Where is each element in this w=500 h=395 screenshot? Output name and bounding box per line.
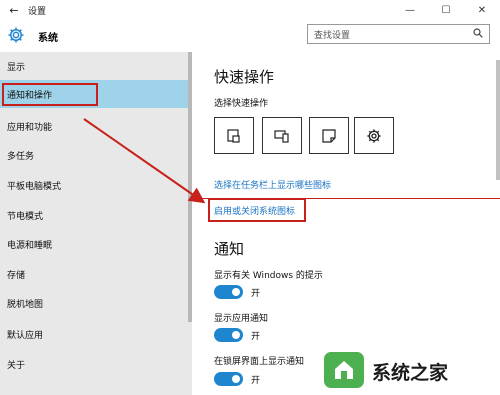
quick-actions-subheading: 选择快速操作 [214,99,269,109]
toggle-label-lock-screen: 在锁屏界面上显示通知 [214,357,305,367]
sidebar-item-label: 多任务 [7,151,35,162]
sidebar-item-label: 脱机地图 [7,299,44,310]
settings-header: 系统 查找设置 [0,20,500,52]
app-notifications-toggle[interactable] [214,328,243,342]
sidebar-item-about[interactable]: 关于 [0,350,192,378]
quick-action-tile-tablet-mode[interactable] [214,117,254,154]
quick-action-tile-connect[interactable] [262,117,302,154]
search-icon[interactable] [473,27,489,41]
page-title: 系统 [38,33,58,44]
settings-icon [367,128,381,143]
gear-icon [8,27,24,43]
connect-icon [274,129,289,143]
sidebar-item-label: 存储 [7,270,26,281]
sidebar-item-label: 平板电脑模式 [7,181,62,192]
search-box[interactable]: 查找设置 [307,24,490,44]
notifications-heading: 通知 [214,240,245,258]
highlight-box-notifications [2,83,98,106]
sidebar-item-label: 显示 [7,62,26,73]
window-title: 设置 [28,6,47,17]
sidebar-item-battery-saver[interactable]: 节电模式 [0,201,192,229]
maximize-button[interactable]: ☐ [428,0,464,20]
taskbar-icons-link[interactable]: 选择在任务栏上显示哪些图标 [214,178,331,191]
toggle-state-text: 开 [251,289,261,299]
sidebar-item-label: 电源和睡眠 [7,240,53,251]
sidebar-item-power-sleep[interactable]: 电源和睡眠 [0,230,192,258]
sidebar-item-storage[interactable]: 存储 [0,260,192,288]
lock-screen-toggle[interactable] [214,372,243,386]
close-button[interactable]: ✕ [464,0,500,20]
quick-action-tile-settings[interactable] [354,117,394,154]
windows-tips-toggle[interactable] [214,285,243,299]
watermark-text: 系统之家 [372,362,449,384]
note-icon [322,128,336,143]
window-controls: — ☐ ✕ [392,0,500,20]
toggle-state-text: 开 [251,332,261,342]
toggle-state-text: 开 [251,376,261,386]
sidebar-item-label: 默认应用 [7,330,44,341]
highlight-box-system-icons [208,198,306,222]
sidebar-item-label: 节电模式 [7,211,44,222]
back-arrow-icon[interactable]: ← [0,4,28,17]
highlight-divider-line [192,198,500,199]
sidebar-item-label: 应用和功能 [7,122,53,133]
sidebar-item-default-apps[interactable]: 默认应用 [0,320,192,348]
content-scrollbar[interactable] [496,60,500,180]
sidebar-item-tablet-mode[interactable]: 平板电脑模式 [0,171,192,199]
watermark-badge-icon [322,350,366,390]
sidebar-item-display[interactable]: 显示 [0,52,192,80]
sidebar-item-apps[interactable]: 应用和功能 [0,112,192,140]
watermark-logo: 系统之家 [322,350,500,395]
toggle-label-windows-tips: 显示有关 Windows 的提示 [214,271,323,281]
sidebar-item-label: 关于 [7,360,26,371]
sidebar-item-multitasking[interactable]: 多任务 [0,141,192,169]
sidebar-item-offline-maps[interactable]: 脱机地图 [0,289,192,317]
toggle-label-app-notifications: 显示应用通知 [214,314,269,324]
quick-action-tile-note[interactable] [309,117,349,154]
search-input[interactable]: 查找设置 [308,28,473,41]
minimize-button[interactable]: — [392,0,428,20]
tablet-mode-icon [227,128,240,143]
quick-actions-heading: 快速操作 [214,68,275,86]
